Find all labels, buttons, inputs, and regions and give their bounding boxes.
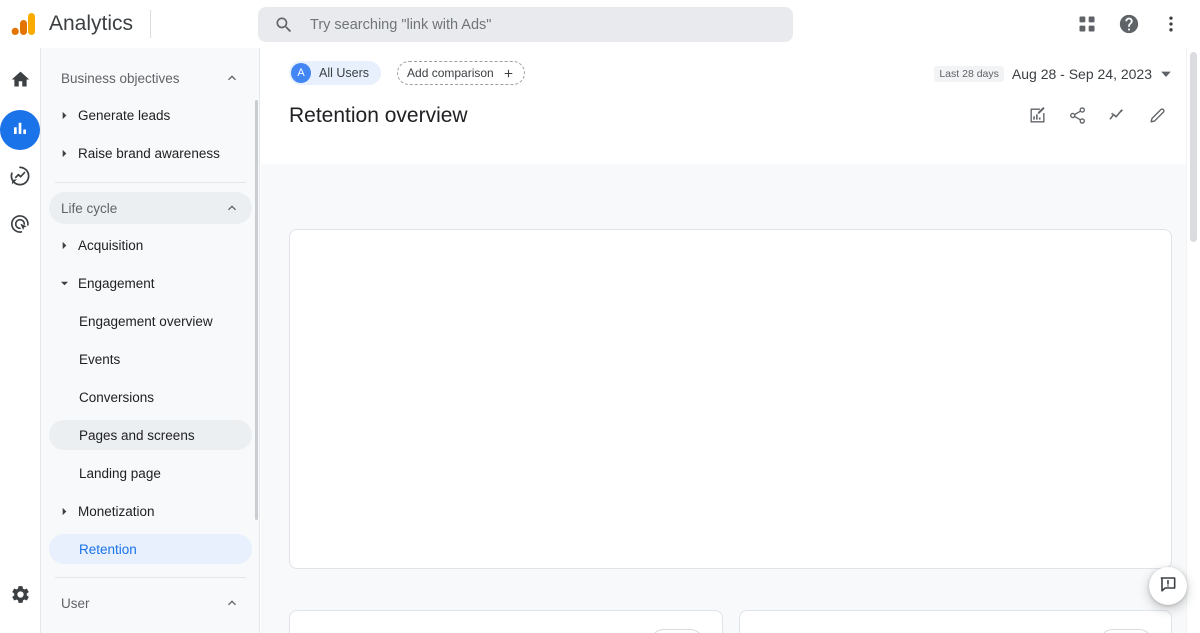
sidebar-scrollbar[interactable] <box>255 100 258 520</box>
search-bar[interactable] <box>258 7 793 42</box>
sidebar-item-label: Landing page <box>79 465 161 481</box>
left-rail <box>0 48 41 633</box>
date-range-badge: Last 28 days <box>934 66 1004 82</box>
sidebar-navigation: Business objectives Generate leads Raise… <box>41 48 260 633</box>
sidebar-divider <box>55 182 246 183</box>
add-comparison-label: Add comparison <box>407 66 494 80</box>
caret-right-icon <box>55 149 73 158</box>
caret-down-icon <box>55 279 73 288</box>
sidebar-item-label: Retention <box>79 541 137 557</box>
rail-item-admin[interactable] <box>0 577 40 617</box>
rail-item-reports[interactable] <box>0 110 40 150</box>
report-header: A All Users Add comparison Last 28 days … <box>261 48 1200 134</box>
report-body: User retention by cohort 10.0% User enga… <box>261 164 1200 633</box>
sidebar-item-label: Generate leads <box>78 107 171 123</box>
sidebar-section-label: Life cycle <box>61 200 118 216</box>
sidebar-item-label: Engagement <box>78 275 155 291</box>
sidebar-item-label: Acquisition <box>78 237 144 253</box>
user-engagement-by-cohort-card[interactable]: User engagement by cohort 1m 40s <box>738 610 1172 633</box>
retention-overview-chart-card[interactable] <box>289 229 1172 569</box>
avatar: A <box>291 63 311 83</box>
sidebar-item-retention[interactable]: Retention <box>49 534 252 564</box>
sidebar-item-generate-leads[interactable]: Generate leads <box>49 100 252 130</box>
sidebar-item-label: Conversions <box>79 389 155 405</box>
sidebar-section-label: User <box>61 595 90 611</box>
plus-icon <box>502 67 515 80</box>
date-range-selector[interactable]: Last 28 days Aug 28 - Sep 24, 2023 <box>934 62 1172 86</box>
explore-icon <box>9 165 31 192</box>
sidebar-item-label: Pages and screens <box>79 427 195 443</box>
trends-sparkle-icon[interactable] <box>1098 96 1136 134</box>
sidebar-item-label: Monetization <box>78 503 155 519</box>
sidebar-item-label: Engagement overview <box>79 313 213 329</box>
brand-divider <box>150 9 152 38</box>
sidebar-item-conversions[interactable]: Conversions <box>49 382 252 412</box>
sidebar-item-acquisition[interactable]: Acquisition <box>49 230 252 260</box>
edit-pencil-icon[interactable] <box>1138 96 1176 134</box>
caret-right-icon <box>55 507 73 516</box>
report-actions <box>1018 96 1176 134</box>
caret-right-icon <box>55 241 73 250</box>
top-actions <box>1068 0 1190 48</box>
brand-area[interactable]: Analytics <box>0 0 152 48</box>
share-icon[interactable] <box>1058 96 1096 134</box>
send-feedback-button[interactable] <box>1149 567 1187 605</box>
segment-chip-all-users[interactable]: A All Users <box>289 61 382 85</box>
sidebar-section-user[interactable]: User <box>49 587 252 619</box>
sidebar-section-business-objectives[interactable]: Business objectives <box>49 62 252 94</box>
sidebar-item-raise-brand-awareness[interactable]: Raise brand awareness <box>49 138 252 168</box>
page-title: Retention overview <box>289 104 468 127</box>
reports-bar-chart-icon <box>11 119 29 142</box>
settings-gear-icon <box>10 584 31 610</box>
more-vert-icon[interactable] <box>1152 5 1190 43</box>
google-analytics-logo <box>11 12 37 36</box>
comparison-chip-row: A All Users Add comparison Last 28 days … <box>261 48 1200 86</box>
sidebar-section-label: Business objectives <box>61 70 180 86</box>
cohort-cards-row: User retention by cohort 10.0% User enga… <box>289 610 1172 633</box>
card-metric-selector[interactable] <box>1099 629 1153 633</box>
sidebar-item-pages-and-screens[interactable]: Pages and screens <box>49 420 252 450</box>
search-icon <box>274 15 294 35</box>
user-retention-by-cohort-card[interactable]: User retention by cohort 10.0% <box>289 610 723 633</box>
chevron-down-icon <box>1160 68 1172 80</box>
date-range-text: Aug 28 - Sep 24, 2023 <box>1011 66 1152 82</box>
sidebar-item-engagement-overview[interactable]: Engagement overview <box>49 306 252 336</box>
insights-report-icon[interactable] <box>1018 96 1056 134</box>
sidebar-item-monetization[interactable]: Monetization <box>49 496 252 526</box>
advertising-target-icon <box>9 213 31 240</box>
top-app-bar: Analytics <box>0 0 1200 48</box>
brand-name: Analytics <box>49 11 134 35</box>
sidebar-item-engagement[interactable]: Engagement <box>49 268 252 298</box>
add-comparison-button[interactable]: Add comparison <box>397 61 525 85</box>
send-feedback-icon <box>1158 574 1178 599</box>
sidebar-scroll-content: Business objectives Generate leads Raise… <box>41 48 259 633</box>
apps-grid-icon[interactable] <box>1068 5 1106 43</box>
rail-item-explore[interactable] <box>0 158 40 198</box>
sidebar-item-label: Raise brand awareness <box>78 145 220 161</box>
page-scrollbar-thumb[interactable] <box>1190 52 1197 242</box>
card-metric-selector[interactable] <box>649 629 704 633</box>
sidebar-item-landing-page[interactable]: Landing page <box>49 458 252 488</box>
sidebar-section-life-cycle[interactable]: Life cycle <box>49 192 252 224</box>
sidebar-item-label: Events <box>79 351 121 367</box>
chevron-up-icon <box>224 70 240 86</box>
rail-item-home[interactable] <box>0 62 40 102</box>
chevron-up-icon <box>224 595 240 611</box>
sidebar-divider <box>55 577 246 578</box>
sidebar-item-user-attributes[interactable]: User Attributes <box>49 625 252 633</box>
rail-item-advertising[interactable] <box>0 206 40 246</box>
page-title-row: Retention overview <box>261 84 1200 134</box>
help-icon[interactable] <box>1110 5 1148 43</box>
sidebar-item-events[interactable]: Events <box>49 344 252 374</box>
main-content: A All Users Add comparison Last 28 days … <box>261 48 1200 633</box>
chevron-up-icon <box>224 200 240 216</box>
segment-chip-label: All Users <box>319 66 370 80</box>
caret-right-icon <box>55 111 73 120</box>
search-input[interactable] <box>308 9 738 40</box>
home-icon <box>10 69 31 95</box>
